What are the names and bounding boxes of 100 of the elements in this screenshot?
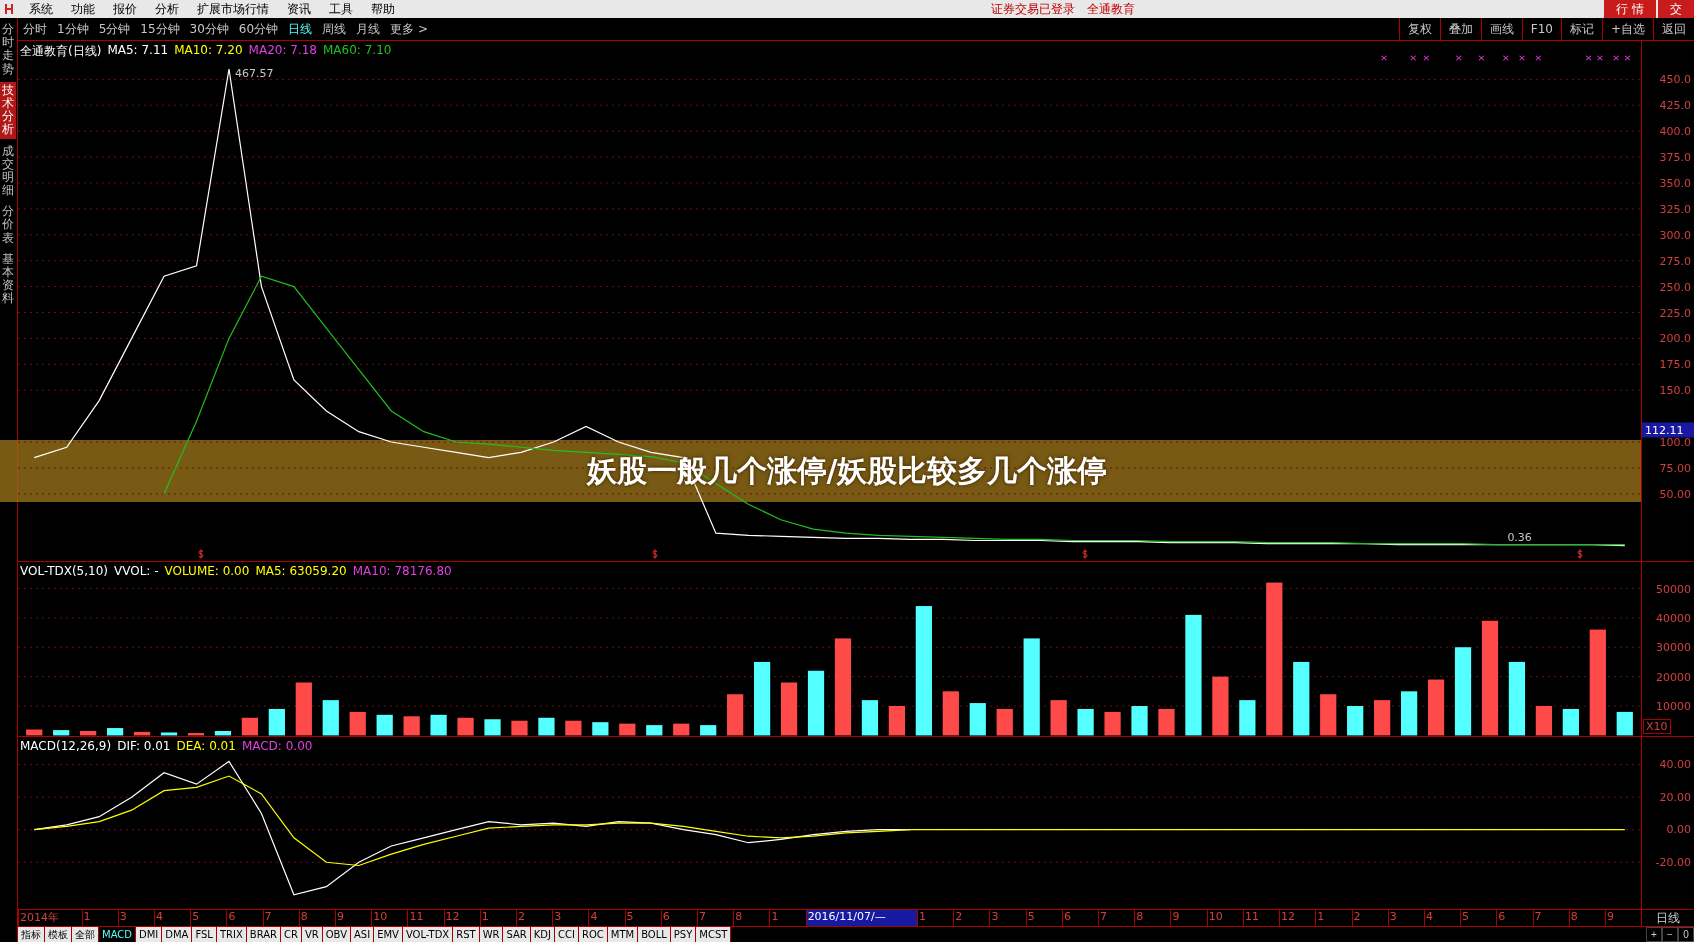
axis-tick-label: 20.00 [1659,790,1691,804]
indicator-tab[interactable]: SAR [503,927,531,942]
period-tab[interactable]: 60分钟 [233,20,284,38]
menu-item[interactable]: 系统 [20,0,62,18]
volume-bar [160,732,178,736]
status-text: 证券交易已登录 [991,0,1076,18]
period-tab[interactable]: 分时 [18,20,52,38]
app-logo-icon [4,3,14,15]
period-tab[interactable]: 日线 [283,20,318,38]
legend-text: DEA: 0.01 [176,738,236,753]
menu-item[interactable]: 报价 [104,0,146,18]
time-axis-label: 9 [335,910,372,926]
period-label: 日线 [1641,910,1694,926]
volume-bar [1077,709,1094,736]
side-tab[interactable]: 技术分析 [0,81,16,139]
price-tag: 112.11 [1642,422,1694,438]
legend-text: VOLUME: 0.00 [164,564,250,579]
time-axis-label: 8 [298,910,335,926]
axis-tick-label: 450.0 [1659,72,1691,86]
axis-tick-label: 400.0 [1659,124,1691,138]
quote-button[interactable]: 交 [1658,0,1694,18]
zoom-button[interactable]: − [1662,927,1678,942]
indicator-tab[interactable]: BRAR [246,927,281,942]
period-tab[interactable]: 1分钟 [52,20,94,38]
time-axis-label: 11 [407,910,444,926]
period-tab[interactable]: 15分钟 [135,20,185,38]
indicator-tab[interactable]: MCST [696,927,732,942]
indicator-tab[interactable]: FSL [192,927,217,942]
time-axis-label: 6 [1496,910,1533,926]
time-axis-label: 9 [1170,910,1207,926]
indicator-tab[interactable]: EMV [374,927,403,942]
menu-item[interactable]: 资讯 [278,0,320,18]
volume-bar [565,720,582,736]
menu-item[interactable]: 分析 [146,0,188,18]
axis-tick-label: 200.0 [1659,331,1691,345]
period-tab[interactable]: 5分钟 [93,20,136,38]
volume-bar [1347,706,1364,736]
indicator-tab[interactable]: KDJ [530,927,555,942]
legend-text: VVOL: - [114,564,159,579]
volume-bar [942,691,959,736]
time-axis-label: 12 [1279,910,1316,926]
side-tab[interactable]: 分时走势 [0,21,16,78]
menu-item[interactable]: 扩展市场行情 [188,0,278,18]
side-tab[interactable]: 成交明细 [0,142,16,200]
side-tab[interactable]: 分价表 [0,203,16,247]
axis-tick-label: 225.0 [1659,306,1691,319]
side-tab[interactable]: 基本资料 [0,250,16,308]
indicator-tab[interactable]: BOLL [638,927,671,942]
time-axis-label: 7 [697,910,734,926]
indicator-tab[interactable]: PSY [670,927,697,942]
indicator-tab[interactable]: CCI [555,927,579,942]
time-axis-label: 8 [1134,910,1171,926]
indicator-tab[interactable]: DMA [162,927,193,942]
indicator-tab[interactable]: ROC [578,927,608,942]
volume-bar [888,706,905,736]
indicator-tab[interactable]: MTM [607,927,639,942]
indicator-tab[interactable]: WR [479,927,504,942]
indicator-tab[interactable]: 模板 [45,927,72,942]
volume-bar [53,730,70,736]
time-axis-label: 2 [516,910,553,926]
legend-text: MA10: 78176.80 [352,564,452,579]
volume-bar [133,732,151,736]
volume-bar [807,670,825,736]
period-tab[interactable]: 周线 [317,20,352,38]
volume-bar [80,731,97,736]
time-axis-label: 3 [1387,910,1424,926]
zoom-button[interactable]: + [1646,927,1662,942]
period-tab[interactable]: 30分钟 [184,20,234,38]
legend-text: MA5: 7.11 [107,43,169,59]
quote-button[interactable]: 行 情 [1604,0,1656,18]
period-tab[interactable]: 更多 > [385,20,433,38]
menu-item[interactable]: 帮助 [362,0,404,18]
volume-bar [430,715,447,736]
indicator-tab[interactable]: VOL-TDX [402,927,454,942]
menu-item[interactable]: 功能 [62,0,104,18]
indicator-tab[interactable]: MACD [99,927,136,942]
indicator-tab[interactable]: TRIX [216,927,247,942]
volume-bar [861,700,879,736]
indicator-tab[interactable]: RST [453,927,480,942]
volume-bar [376,715,393,736]
indicator-tab[interactable]: 指标 [18,927,45,942]
volume-bar [107,728,124,736]
axis-tick-label: 100.0 [1659,435,1691,449]
time-axis-label: 9 [1604,910,1642,926]
axis-tick-label: -20.00 [1655,855,1691,869]
menu-item[interactable]: 工具 [320,0,362,18]
volume-bar [1427,679,1445,736]
zoom-button[interactable]: 0 [1678,927,1694,942]
volume-bar [241,717,258,736]
indicator-tab[interactable]: CR [281,927,302,942]
indicator-tab[interactable]: OBV [322,927,351,942]
indicator-tab[interactable]: VR [301,927,323,942]
indicator-tab[interactable]: DMI [136,927,163,942]
axis-tick-label: 350.0 [1659,176,1691,190]
legend-text: MA10: 7.20 [174,43,243,59]
indicator-tab[interactable]: ASI [351,927,375,942]
volume-bar [268,709,285,736]
period-tab[interactable]: 月线 [351,20,386,38]
time-axis-label: 4 [1423,910,1461,926]
indicator-tab[interactable]: 全部 [72,927,99,942]
